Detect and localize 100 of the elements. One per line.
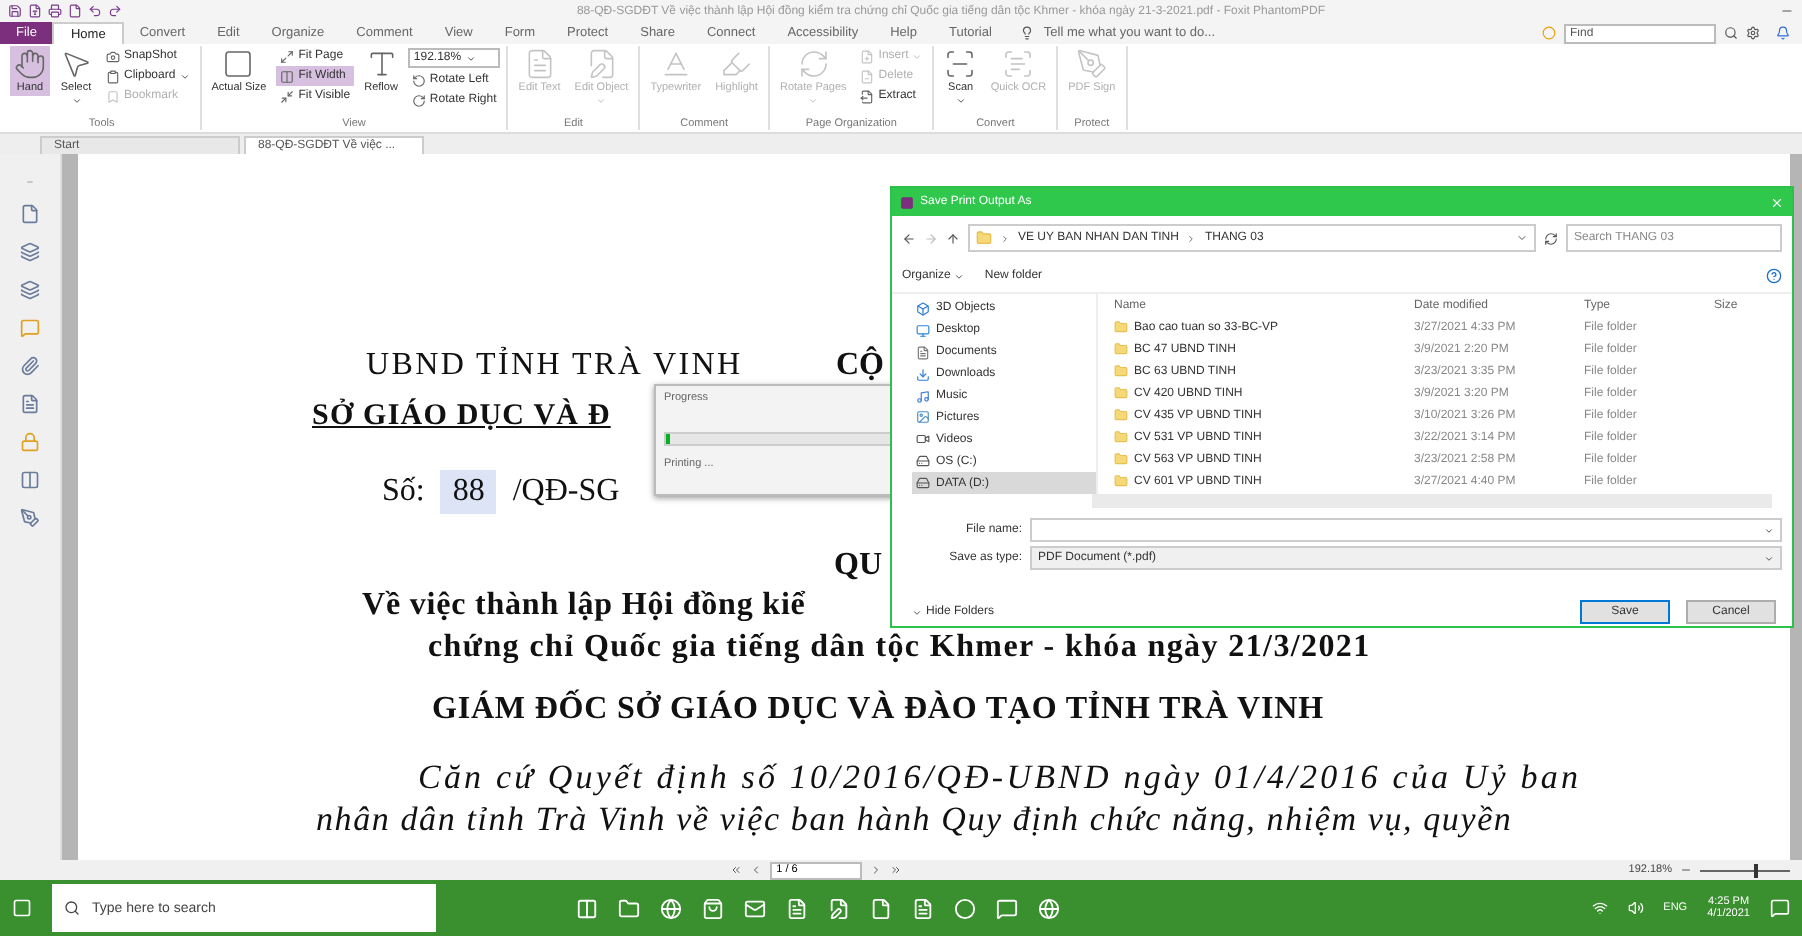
- lightbulb-icon: [1019, 26, 1034, 40]
- back-icon[interactable]: [902, 231, 916, 245]
- folder-icon: [1114, 342, 1128, 356]
- task-view-icon[interactable]: [576, 897, 598, 919]
- help-icon[interactable]: [1766, 268, 1782, 284]
- pen-icon[interactable]: [20, 508, 40, 528]
- next-page-icon[interactable]: [870, 864, 883, 876]
- expand-icon: [280, 49, 295, 63]
- refresh-icon[interactable]: [1544, 231, 1558, 245]
- volume-icon[interactable]: [1627, 900, 1644, 916]
- document-text: Số:: [382, 472, 425, 512]
- caret-icon: [955, 96, 966, 106]
- highlighter-icon: [720, 48, 753, 80]
- square-icon: [222, 48, 255, 80]
- columns-icon[interactable]: [20, 470, 40, 490]
- download-icon: [916, 367, 930, 382]
- document-icon: [916, 345, 930, 360]
- document-text: QU: [834, 546, 882, 586]
- caret-icon: [596, 96, 607, 106]
- document-icon[interactable]: [20, 394, 40, 414]
- zoom-out-icon[interactable]: [1680, 864, 1692, 876]
- caret-icon[interactable]: [1764, 525, 1774, 535]
- caret-icon: [808, 96, 819, 106]
- network-icon[interactable]: [1591, 900, 1608, 916]
- caret-icon: [1764, 553, 1774, 563]
- camera-icon: [106, 49, 120, 63]
- first-page-icon[interactable]: [730, 864, 743, 876]
- rotate-left-icon: [411, 73, 426, 87]
- document-heading: GIÁM ĐỐC SỞ GIÁO DỤC VÀ ĐÀO TẠO TỈNH TRÀ VINH: [432, 690, 1324, 730]
- caret-icon: [954, 271, 965, 281]
- file-edit-icon[interactable]: [828, 897, 850, 919]
- settings-icon[interactable]: [1746, 26, 1760, 40]
- video-icon: [916, 432, 930, 447]
- folder-icon: [1114, 320, 1128, 334]
- file-icon[interactable]: [28, 4, 42, 18]
- rotate-icon: [797, 48, 830, 80]
- caret-icon: [912, 607, 922, 617]
- undo-icon[interactable]: [88, 4, 102, 18]
- bookmark-icon: [106, 89, 120, 103]
- document-text: SỞ GIÁO DỤC VÀ Đ: [312, 396, 611, 436]
- previous-page-icon[interactable]: [750, 864, 763, 876]
- pen-icon: [1075, 48, 1108, 80]
- mail-icon[interactable]: [744, 897, 766, 919]
- printer-icon[interactable]: [48, 4, 62, 18]
- document-text: Căn cứ Quyết định số 10/2016/QĐ-UBND ngày 01/4/2016 của Uỷ ban: [418, 758, 1582, 798]
- folder-icon: [1114, 408, 1128, 422]
- image-icon: [916, 410, 930, 425]
- bell-icon[interactable]: [1776, 26, 1790, 40]
- chevron-icon: [1186, 233, 1197, 243]
- caret-icon: [465, 53, 476, 63]
- file-name-field[interactable]: [1030, 518, 1782, 542]
- caret-icon[interactable]: [1516, 232, 1528, 244]
- globe-icon[interactable]: [660, 897, 682, 919]
- scrollbar[interactable]: [1092, 494, 1772, 508]
- folder-icon: [1114, 430, 1128, 444]
- scan-icon: [944, 48, 977, 80]
- minimize-icon[interactable]: [1780, 4, 1794, 18]
- file-plus-icon: [860, 49, 875, 63]
- search-icon: [64, 900, 80, 916]
- folder-icon: [1114, 452, 1128, 466]
- document-text: nhân dân tỉnh Trà Vinh về việc ban hành Quy định chức năng, nhiệm vụ, quyền: [316, 800, 1513, 840]
- hand-icon: [14, 48, 46, 80]
- columns-icon: [280, 69, 295, 83]
- search-icon[interactable]: [1724, 26, 1738, 40]
- folder-icon: [1114, 386, 1128, 400]
- up-icon[interactable]: [946, 231, 960, 245]
- file-edit-icon: [585, 48, 618, 80]
- folder-icon: [976, 230, 992, 246]
- rotate-right-icon: [411, 93, 426, 107]
- notification-icon[interactable]: [1770, 898, 1790, 918]
- chevron-icon: [1000, 233, 1010, 243]
- document-text: Về việc thành lập Hội đồng kiể: [362, 586, 806, 626]
- layers-icon[interactable]: [20, 242, 40, 262]
- document-text: /QĐ-SG: [512, 472, 620, 512]
- start-icon[interactable]: [12, 898, 32, 918]
- page-icon[interactable]: [68, 4, 82, 18]
- typewriter-icon: [659, 48, 692, 80]
- save-icon[interactable]: [8, 4, 22, 18]
- paperclip-icon[interactable]: [20, 356, 40, 376]
- scan-text-icon: [1002, 48, 1035, 80]
- redo-icon[interactable]: [108, 4, 122, 18]
- close-icon[interactable]: [1770, 195, 1784, 209]
- folder-icon: [1114, 474, 1128, 488]
- document-text: UBND TỈNH TRÀ VINH: [366, 346, 745, 386]
- chat-icon[interactable]: [996, 897, 1018, 919]
- clipboard-icon: [106, 69, 120, 83]
- text-icon: [365, 48, 398, 80]
- shrink-icon: [280, 89, 295, 103]
- app-icon: [900, 195, 914, 209]
- folder-icon: [1114, 364, 1128, 378]
- cube-icon: [916, 301, 930, 316]
- bag-icon[interactable]: [702, 897, 724, 919]
- pointer-icon: [60, 48, 92, 80]
- folder-icon[interactable]: [618, 897, 640, 919]
- document-text: chứng chỉ Quốc gia tiếng dân tộc Khmer - khóa ngày 21/3/2021: [428, 628, 1371, 668]
- file-export-icon: [860, 89, 875, 103]
- page-icon[interactable]: [20, 204, 40, 224]
- globe-icon[interactable]: [1038, 897, 1060, 919]
- layers-icon[interactable]: [20, 280, 40, 300]
- caret-icon: [71, 96, 81, 106]
